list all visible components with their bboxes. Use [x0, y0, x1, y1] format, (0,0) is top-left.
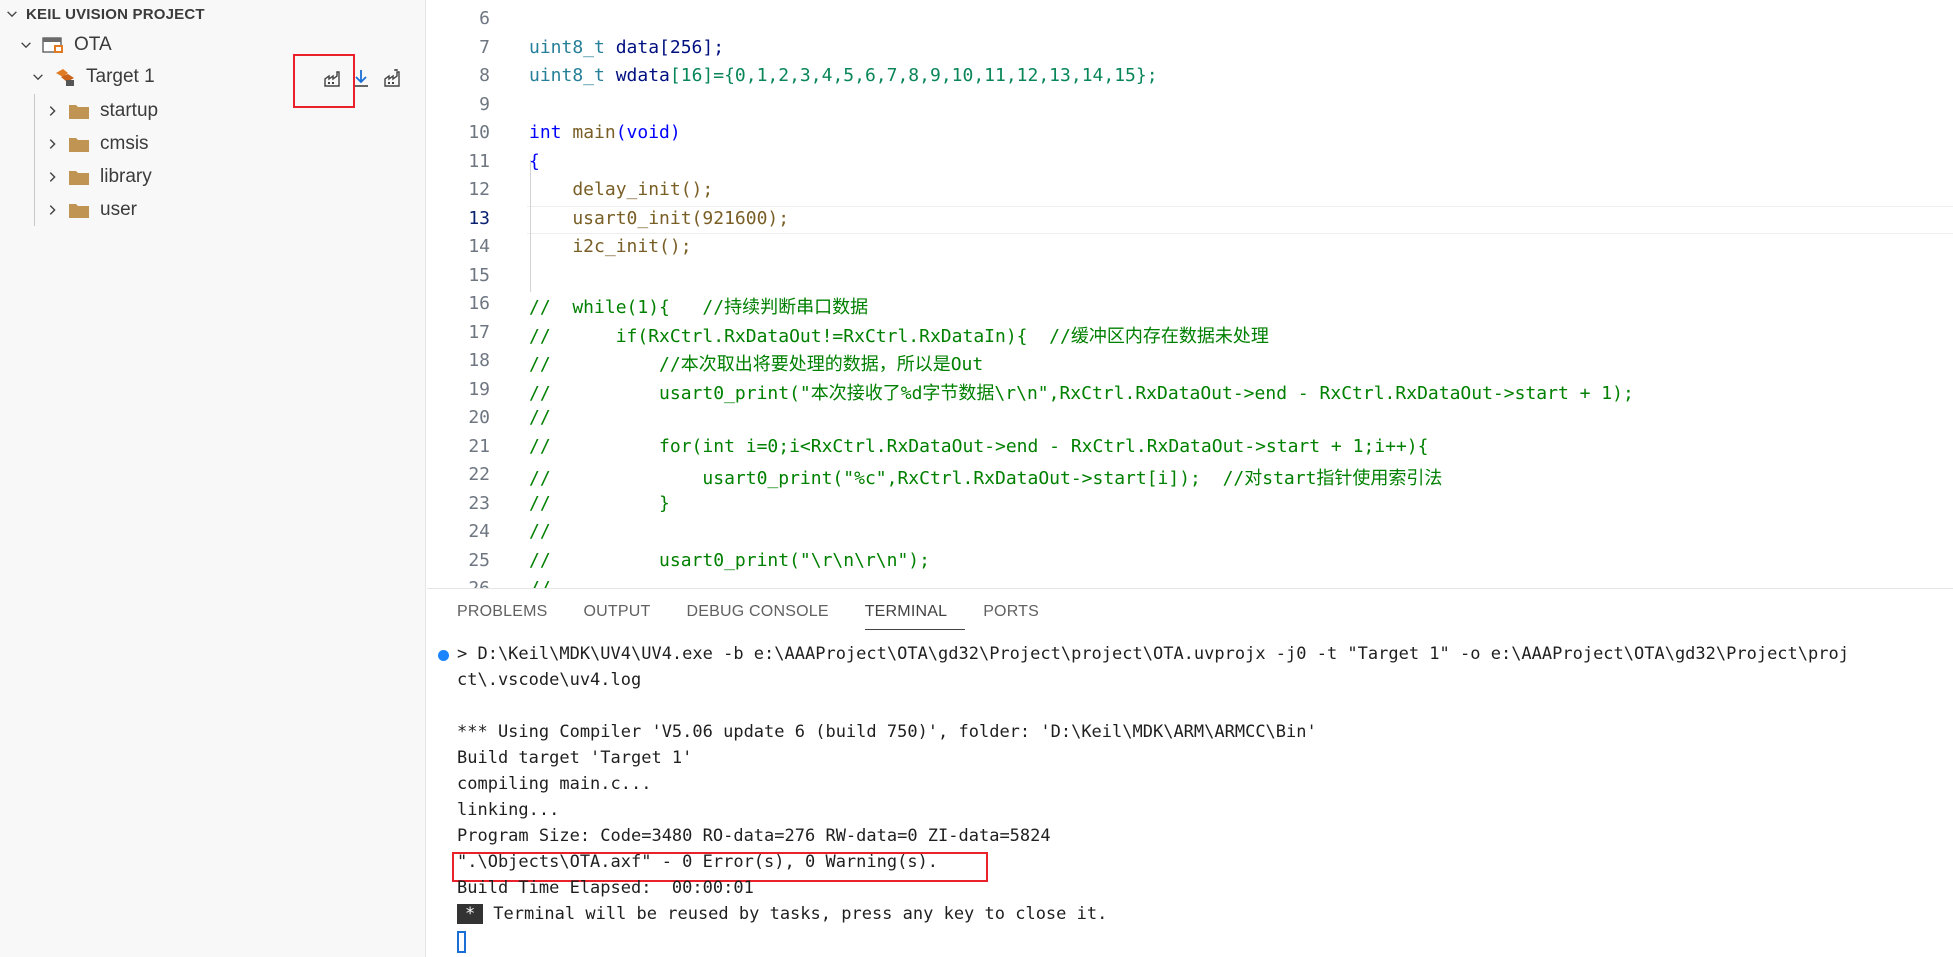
tab-problems[interactable]: PROBLEMS — [457, 603, 566, 630]
code-text: [16]={0,1,2,3,4,5,6,7,8,9,10,11,12,13,14… — [669, 65, 1158, 86]
code-text: data[256]; — [604, 37, 725, 58]
code-comment-line: // if(RxCtrl.RxDataOut!=RxCtrl.RxDataIn)… — [529, 326, 1269, 347]
terminal-line: compiling main.c... — [457, 774, 652, 794]
line-number: 17 — [468, 322, 490, 343]
folder-icon — [68, 135, 90, 153]
terminal-line: linking... — [457, 800, 560, 820]
code-line: delay_init(); — [529, 179, 714, 200]
terminal-line: Build Time Elapsed: 00:00:01 — [457, 878, 754, 898]
chevron-down-icon — [4, 6, 20, 22]
folder-label: user — [100, 199, 137, 220]
code-function: main — [561, 122, 616, 143]
line-number: 18 — [468, 350, 490, 371]
code-comment-line: // usart0_print("本次接收了%d字节数据\r\n",RxCtrl… — [529, 383, 1634, 404]
terminal-text: Terminal will be reused by tasks, press … — [493, 904, 1108, 924]
code-comment-line: // — [529, 407, 551, 428]
line-number: 16 — [468, 293, 490, 314]
code-line: { — [529, 151, 540, 172]
folder-icon — [68, 201, 90, 219]
rebuild-icon[interactable] — [380, 64, 404, 92]
folder-label: startup — [100, 100, 159, 121]
explorer-sidebar: KEIL UVISION PROJECT OTA Target 1 startu… — [0, 0, 426, 957]
terminal-line: Program Size: Code=3480 RO-data=276 RW-d… — [457, 826, 1051, 846]
line-number: 22 — [468, 464, 490, 485]
target-icon — [54, 67, 76, 87]
terminal-cursor[interactable] — [457, 931, 466, 953]
command-status-dot[interactable] — [438, 650, 449, 661]
code-text: (void) — [615, 122, 681, 143]
section-title: KEIL UVISION PROJECT — [26, 5, 205, 23]
tree-item-folder[interactable]: library — [44, 162, 152, 192]
code-variable: wdata — [604, 65, 670, 86]
tree-item-folder[interactable]: cmsis — [44, 129, 149, 159]
terminal-line: ct\.vscode\uv4.log — [457, 670, 642, 690]
terminal-line: > D:\Keil\MDK\UV4\UV4.exe -b e:\AAAProje… — [457, 644, 1849, 664]
line-number: 11 — [468, 151, 490, 172]
code-type: uint8_t — [529, 37, 605, 58]
line-number: 20 — [468, 407, 490, 428]
code-comment-line: // //本次取出将要处理的数据，所以是Out — [529, 354, 984, 375]
tree-item-folder[interactable]: user — [44, 195, 137, 225]
tree-item-target[interactable]: Target 1 — [30, 62, 155, 92]
bottom-panel: PROBLEMS OUTPUT DEBUG CONSOLE TERMINAL P… — [427, 588, 1953, 957]
terminal-line: * Terminal will be reused by tasks, press… — [457, 904, 1107, 924]
line-number: 25 — [468, 550, 490, 571]
code-editor[interactable]: 6 7 8 9 10 11 12 13 14 15 16 17 18 19 20… — [427, 0, 1953, 588]
folder-label: library — [100, 166, 152, 187]
folder-icon — [68, 168, 90, 186]
section-header[interactable]: KEIL UVISION PROJECT — [4, 2, 205, 26]
code-comment-line: // while(1){ //持续判断串口数据 — [529, 297, 869, 318]
code-comment-line: // — [529, 578, 551, 588]
project-label: OTA — [74, 34, 112, 55]
code-line: usart0_init(921600); — [529, 208, 790, 229]
chevron-right-icon — [44, 169, 60, 185]
code-line: uint8_t wdata[16]={0,1,2,3,4,5,6,7,8,9,1… — [529, 65, 1158, 86]
line-number: 15 — [468, 265, 490, 286]
tree-item-project[interactable]: OTA — [18, 30, 112, 60]
code-line: i2c_init(); — [529, 236, 692, 257]
chevron-right-icon — [44, 136, 60, 152]
code-line: uint8_t data[256]; — [529, 37, 724, 58]
chevron-right-icon — [44, 103, 60, 119]
code-type: uint8_t — [529, 65, 605, 86]
tree-item-folder[interactable]: startup — [44, 96, 158, 126]
line-number: 6 — [479, 8, 490, 29]
tree-indent-guide — [34, 94, 35, 226]
tab-debug-console[interactable]: DEBUG CONSOLE — [687, 603, 847, 630]
terminal-line: *** Using Compiler 'V5.06 update 6 (buil… — [457, 722, 1317, 742]
line-number-active: 13 — [468, 208, 490, 229]
code-comment-line: // } — [529, 493, 670, 514]
line-number: 9 — [479, 94, 490, 115]
code-comment-line: // usart0_print("%c",RxCtrl.RxDataOut->s… — [529, 468, 1443, 489]
line-number: 14 — [468, 236, 490, 257]
code-keyword: int — [529, 122, 562, 143]
code-comment-line: // — [529, 521, 551, 542]
line-number: 23 — [468, 493, 490, 514]
code-comment-line: // for(int i=0;i<RxCtrl.RxDataOut->end -… — [529, 436, 1429, 457]
target-label: Target 1 — [86, 66, 155, 87]
project-icon — [42, 35, 64, 55]
line-number: 10 — [468, 122, 490, 143]
line-number: 26 — [427, 578, 490, 588]
highlight-box-build — [293, 54, 355, 108]
terminal-line: Build target 'Target 1' — [457, 748, 693, 768]
line-number: 12 — [468, 179, 490, 200]
panel-tabs: PROBLEMS OUTPUT DEBUG CONSOLE TERMINAL P… — [457, 603, 1075, 630]
line-number: 24 — [468, 521, 490, 542]
tab-ports[interactable]: PORTS — [983, 603, 1057, 630]
folder-label: cmsis — [100, 133, 149, 154]
line-number: 7 — [479, 37, 490, 58]
line-number: 21 — [468, 436, 490, 457]
chevron-down-icon — [18, 37, 34, 53]
tab-output[interactable]: OUTPUT — [584, 603, 669, 630]
task-star-badge: * — [457, 904, 484, 924]
code-comment-line: // usart0_print("\r\n\r\n"); — [529, 550, 930, 571]
line-number: 19 — [468, 379, 490, 400]
chevron-down-icon — [30, 69, 46, 85]
folder-icon — [68, 102, 90, 120]
tab-terminal[interactable]: TERMINAL — [864, 603, 966, 630]
code-line: int main(void) — [529, 122, 681, 143]
line-number: 8 — [479, 65, 490, 86]
chevron-right-icon — [44, 202, 60, 218]
